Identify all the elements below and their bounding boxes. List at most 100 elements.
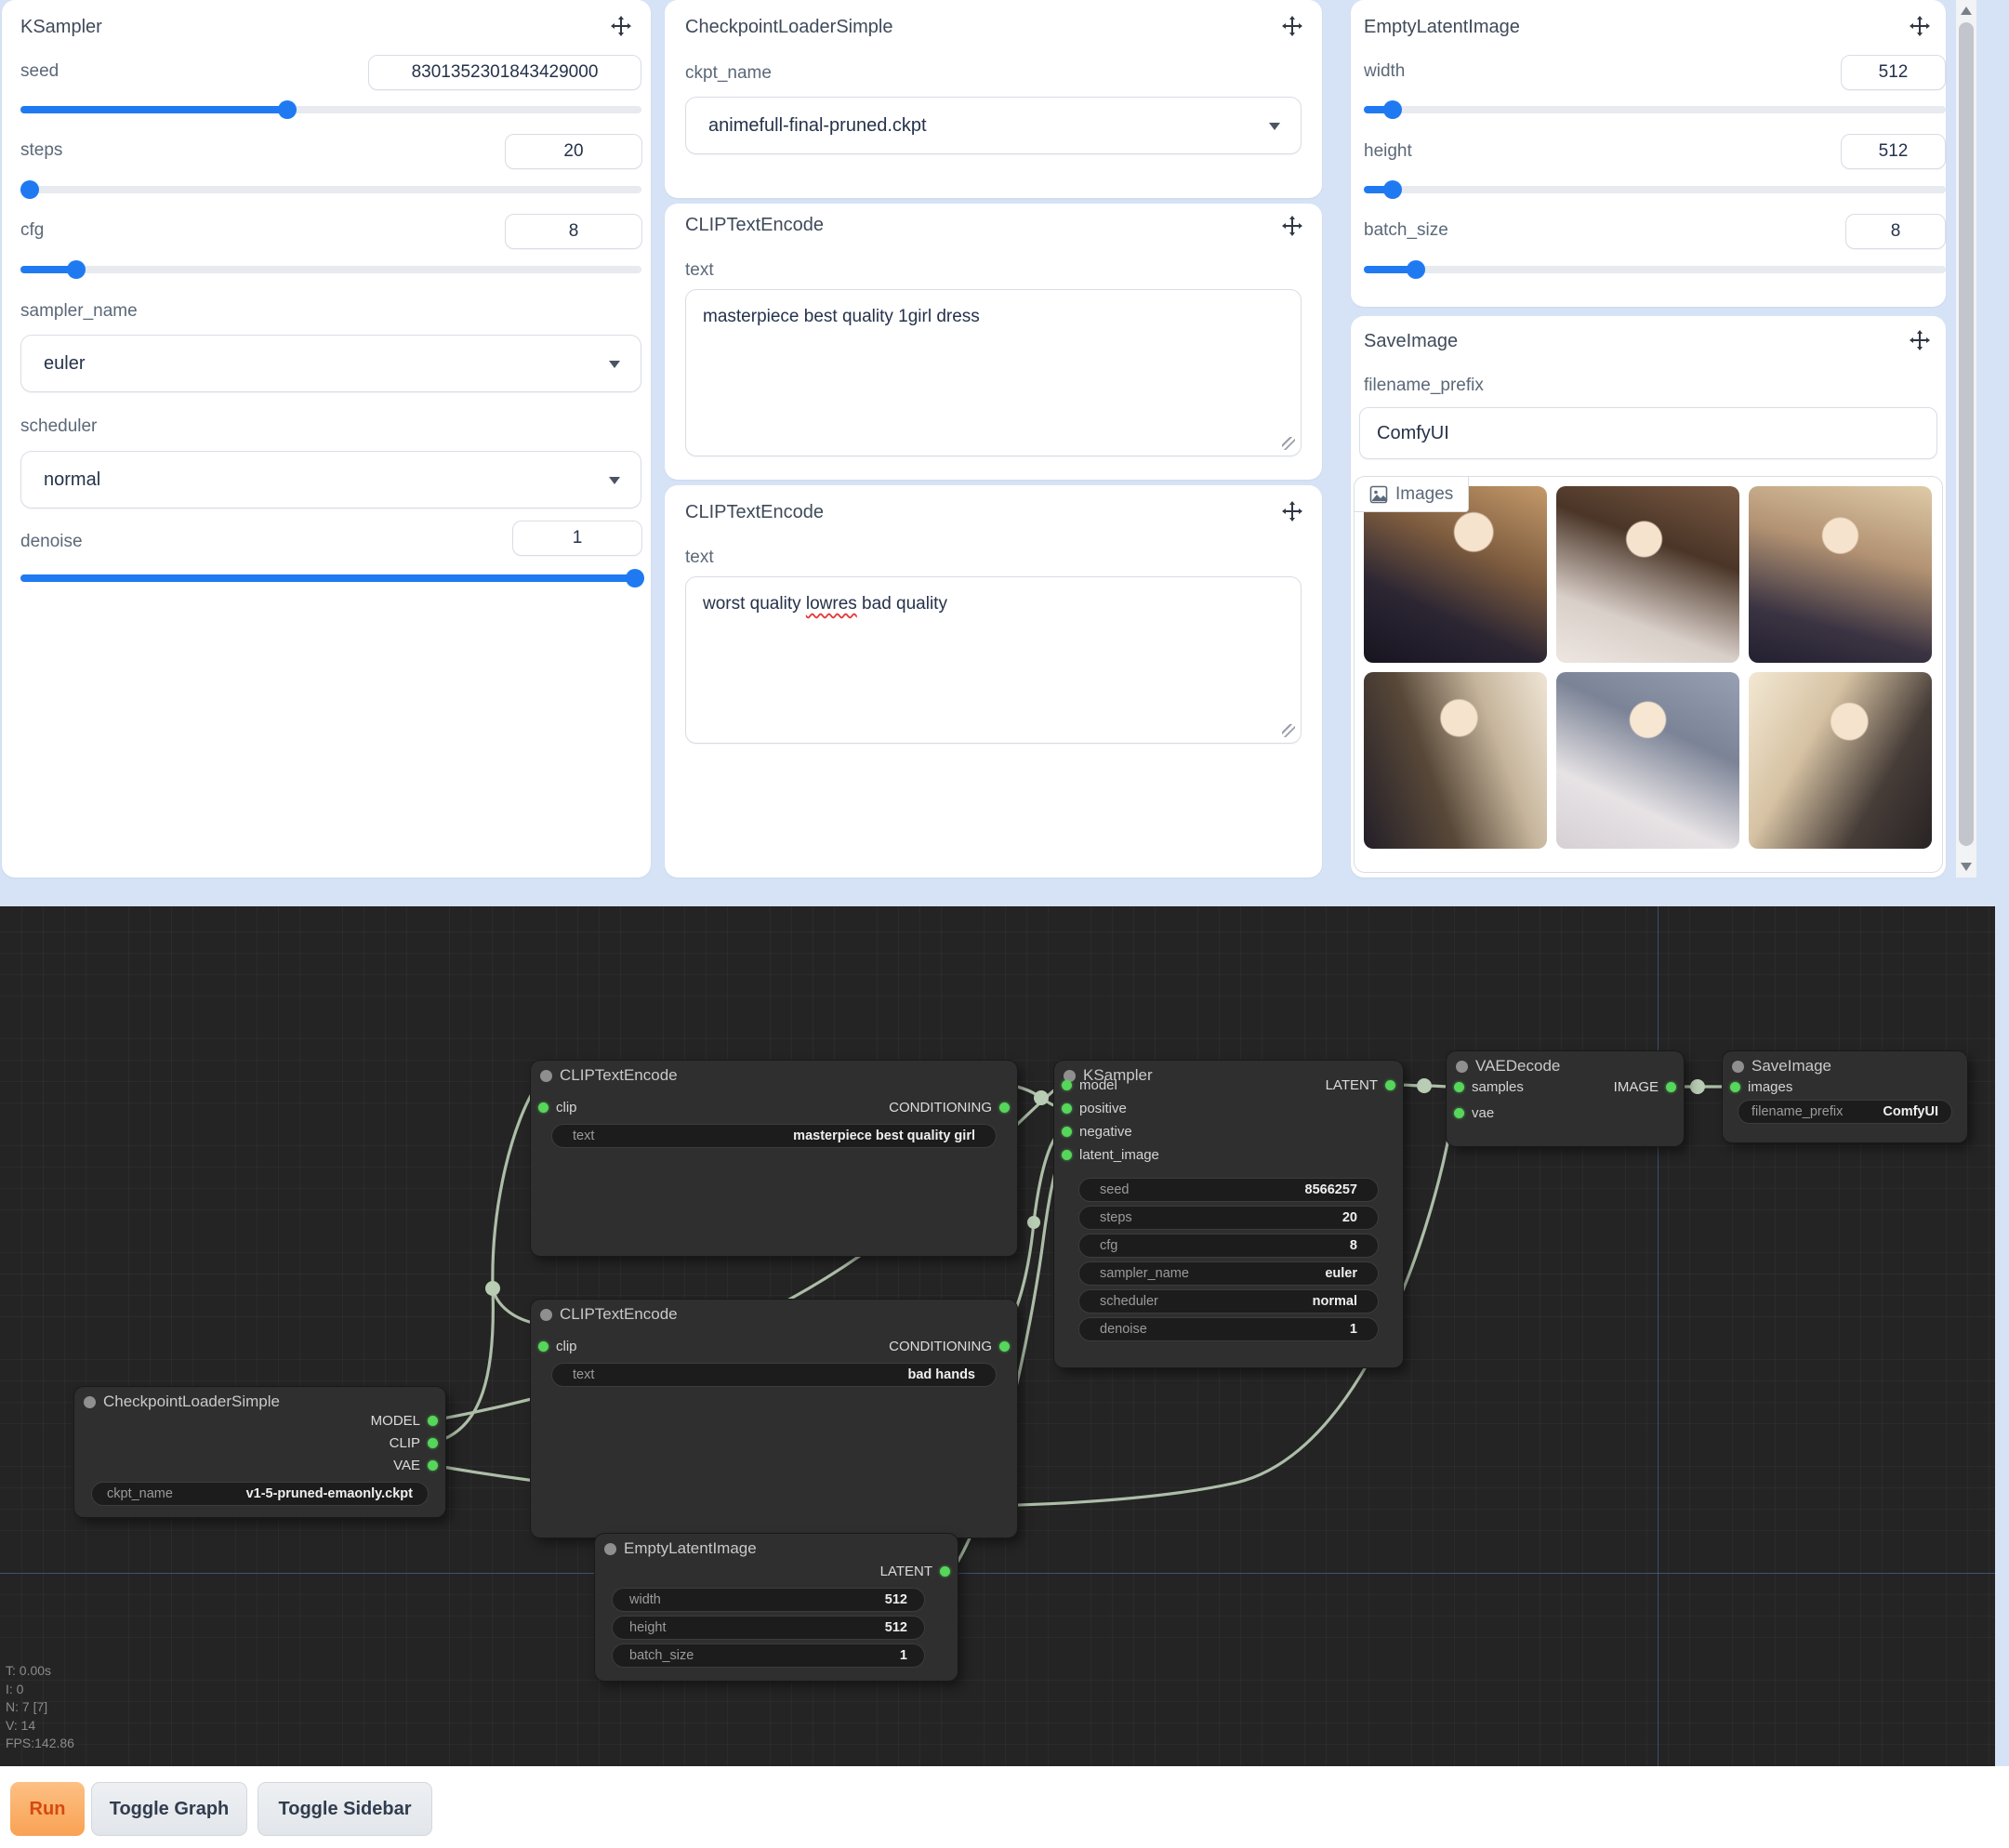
graph-node-clip-text-encode-1[interactable]: CLIPTextEncode clip CONDITIONING text ma… [531,1061,1017,1256]
height-slider[interactable] [1364,186,1946,193]
node-collapse-dot[interactable] [84,1396,96,1408]
widget-text[interactable]: text masterpiece best quality girl [551,1124,997,1148]
node-collapse-dot[interactable] [540,1070,552,1082]
denoise-slider[interactable] [20,574,641,582]
generated-image-thumbnail[interactable] [1749,672,1932,849]
scrollbar-down-arrow[interactable] [1961,863,1972,871]
widget-width[interactable]: width512 [612,1588,925,1612]
cfg-slider-thumb[interactable] [67,260,86,279]
graph-node-save-image[interactable]: SaveImage images filename_prefix ComfyUI [1723,1051,1967,1142]
panel-title: EmptyLatentImage [1364,17,1520,38]
negative-prompt-textarea[interactable]: worst quality lowres bad quality [685,576,1302,744]
run-button[interactable]: Run [10,1782,85,1836]
scrollbar-up-arrow[interactable] [1961,7,1972,15]
output-port-latent[interactable] [1385,1080,1395,1090]
width-slider-thumb[interactable] [1383,100,1402,119]
output-port-image[interactable] [1666,1082,1676,1092]
seed-input[interactable] [368,55,641,90]
height-input[interactable] [1841,134,1946,169]
widget-ckpt-name[interactable]: ckpt_name v1-5-pruned-emaonly.ckpt [91,1482,429,1506]
filename-prefix-input[interactable] [1359,407,1937,459]
stat-fps: FPS:142.86 [6,1735,74,1753]
width-slider[interactable] [1364,106,1946,113]
batch-size-slider[interactable] [1364,266,1946,273]
widget-height[interactable]: height512 [612,1616,925,1640]
generated-image-thumbnail[interactable] [1556,486,1739,663]
cfg-slider[interactable] [20,266,641,273]
widget-filename-prefix[interactable]: filename_prefix ComfyUI [1738,1100,1952,1124]
node-graph-canvas[interactable]: CLIPTextEncode clip CONDITIONING text ma… [0,906,1995,1766]
batch-size-input[interactable] [1845,214,1946,249]
seed-slider-thumb[interactable] [278,100,297,119]
output-port-vae[interactable] [428,1460,438,1471]
output-port-conditioning[interactable] [999,1102,1010,1113]
ckpt-name-value: animefull-final-pruned.ckpt [708,115,927,137]
input-port-model[interactable] [1062,1080,1072,1090]
images-tab[interactable]: Images [1355,477,1469,512]
widget-text[interactable]: text bad hands [551,1363,997,1387]
scrollbar-thumb[interactable] [1959,22,1974,846]
node-collapse-dot[interactable] [540,1309,552,1321]
input-port-negative[interactable] [1062,1127,1072,1137]
steps-input[interactable] [505,134,642,169]
generated-image-thumbnail[interactable] [1364,486,1547,663]
graph-node-empty-latent-image[interactable]: EmptyLatentImage LATENT width512 height5… [595,1534,958,1681]
images-tab-label: Images [1395,484,1453,505]
resize-grip-icon[interactable] [1282,724,1295,737]
graph-node-checkpoint-loader[interactable]: CheckpointLoaderSimple MODEL CLIP VAE ck… [74,1387,445,1517]
widget-batch-size[interactable]: batch_size1 [612,1643,925,1668]
positive-prompt-textarea[interactable]: masterpiece best quality 1girl dress [685,289,1302,456]
denoise-slider-thumb[interactable] [626,569,644,587]
scrollbar-vertical[interactable] [1956,0,1976,878]
steps-slider[interactable] [20,186,641,193]
widget-sampler-name[interactable]: sampler_nameeuler [1078,1261,1379,1286]
height-slider-thumb[interactable] [1383,180,1402,199]
output-port-conditioning[interactable] [999,1341,1010,1352]
toggle-graph-button[interactable]: Toggle Graph [91,1782,247,1836]
scheduler-select[interactable]: normal [20,451,641,508]
steps-slider-thumb[interactable] [20,180,39,199]
node-collapse-dot[interactable] [1732,1061,1744,1073]
input-port-clip[interactable] [538,1102,549,1113]
batch-size-slider-thumb[interactable] [1407,260,1425,279]
resize-grip-icon[interactable] [1282,437,1295,450]
widget-seed[interactable]: seed8566257 [1078,1178,1379,1202]
reroute-dot [1027,1216,1040,1229]
cfg-input[interactable] [505,214,642,249]
move-icon[interactable] [608,13,634,39]
input-port-samples[interactable] [1454,1082,1464,1092]
move-icon[interactable] [1907,327,1933,353]
generated-image-thumbnail[interactable] [1556,672,1739,849]
output-port-latent[interactable] [940,1566,950,1577]
node-collapse-dot[interactable] [604,1543,616,1555]
graph-node-ksampler[interactable]: KSampler model LATENT positive negative … [1054,1061,1403,1367]
widget-cfg[interactable]: cfg8 [1078,1234,1379,1258]
sampler-name-label: sampler_name [20,301,138,322]
denoise-input[interactable] [512,521,642,556]
output-port-model[interactable] [428,1416,438,1426]
ckpt-name-select[interactable]: animefull-final-pruned.ckpt [685,97,1302,154]
output-port-clip[interactable] [428,1438,438,1448]
widget-denoise[interactable]: denoise1 [1078,1317,1379,1341]
widget-steps[interactable]: steps20 [1078,1206,1379,1230]
move-icon[interactable] [1907,13,1933,39]
generated-image-thumbnail[interactable] [1364,672,1547,849]
input-port-positive[interactable] [1062,1103,1072,1114]
width-input[interactable] [1841,55,1946,90]
toggle-sidebar-button[interactable]: Toggle Sidebar [258,1782,432,1836]
sampler-name-select[interactable]: euler [20,335,641,392]
node-title: CLIPTextEncode [560,1066,678,1085]
move-icon[interactable] [1279,498,1305,524]
graph-node-clip-text-encode-2[interactable]: CLIPTextEncode clip CONDITIONING text ba… [531,1300,1017,1538]
input-port-latent-image[interactable] [1062,1150,1072,1160]
widget-scheduler[interactable]: schedulernormal [1078,1289,1379,1313]
move-icon[interactable] [1279,213,1305,239]
node-collapse-dot[interactable] [1456,1061,1468,1073]
generated-image-thumbnail[interactable] [1749,486,1932,663]
input-port-vae[interactable] [1454,1108,1464,1118]
input-port-images[interactable] [1730,1082,1740,1092]
input-port-clip[interactable] [538,1341,549,1352]
graph-node-vae-decode[interactable]: VAEDecode samples IMAGE vae [1447,1051,1684,1146]
move-icon[interactable] [1279,13,1305,39]
seed-slider[interactable] [20,106,641,113]
